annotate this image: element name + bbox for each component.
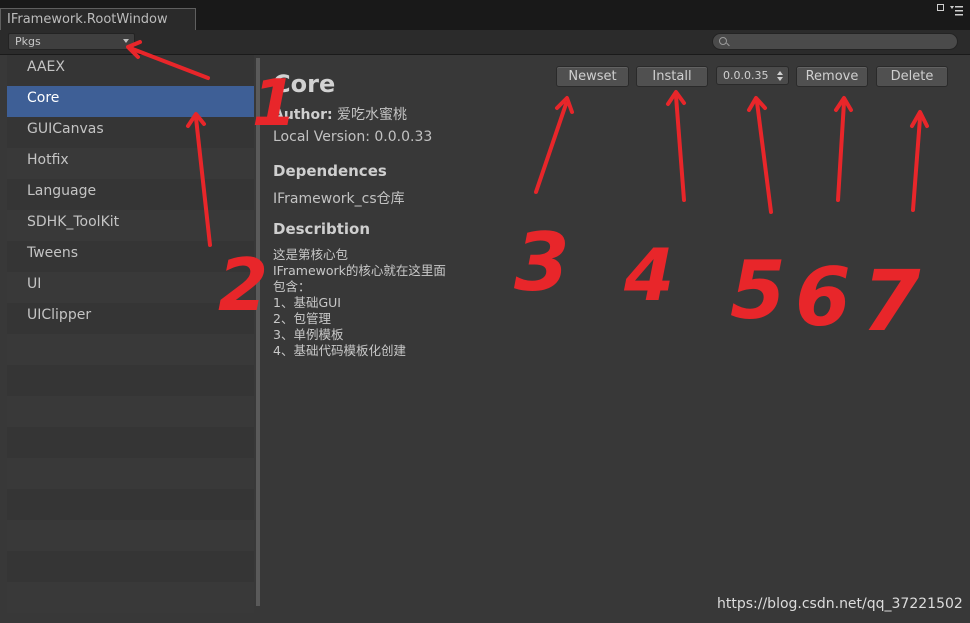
arrow-icon <box>911 116 922 212</box>
description-line: 2、包管理 <box>273 311 331 326</box>
arrow-icon <box>755 100 773 214</box>
annotation-number: 7 <box>862 252 921 350</box>
version-value: 0.0.0.35 <box>723 69 769 82</box>
arrow-icon <box>910 110 929 128</box>
empty-row <box>7 427 254 458</box>
annotation-number: 3 <box>514 216 570 309</box>
window-tab[interactable]: IFramework.RootWindow <box>0 8 196 30</box>
remove-button[interactable]: Remove <box>796 66 868 87</box>
list-item[interactable]: UI <box>7 272 254 303</box>
annotation-number: 6 <box>795 251 851 344</box>
annotation-number: 5 <box>730 244 786 337</box>
list-item-label: Tweens <box>27 245 79 261</box>
list-item-selected[interactable]: Core <box>7 86 254 117</box>
empty-row <box>7 458 254 489</box>
empty-row <box>7 582 254 613</box>
list-item[interactable]: Hotfix <box>7 148 254 179</box>
up-down-arrows-icon <box>777 71 783 81</box>
annotation-number: 4 <box>623 233 674 317</box>
description-line: IFramework的核心就在这里面 <box>273 263 446 278</box>
title-bar: IFramework.RootWindow <box>0 0 970 30</box>
empty-row <box>7 365 254 396</box>
chevron-down-icon <box>123 39 129 43</box>
arrow-icon <box>747 96 767 112</box>
list-item[interactable]: AAEX <box>7 55 254 86</box>
splitter-handle[interactable] <box>256 58 260 606</box>
local-version-label: Local Version: <box>273 129 370 145</box>
toolbar: Pkgs <box>0 30 970 55</box>
list-item-label: UIClipper <box>27 307 92 323</box>
list-item[interactable]: UIClipper <box>7 303 254 334</box>
newset-button[interactable]: Newset <box>556 66 629 87</box>
author-line: Author: 爱吃水蜜桃 <box>273 104 407 124</box>
description-line: 包含： <box>273 279 311 294</box>
list-item-label: AAEX <box>27 59 65 75</box>
list-item-label: GUICanvas <box>27 121 104 137</box>
delete-button[interactable]: Delete <box>876 66 948 87</box>
author-label: Author: <box>273 107 333 123</box>
description-line: 1、基础GUI <box>273 295 341 310</box>
arrow-icon <box>666 90 686 106</box>
local-version-line: Local Version: 0.0.0.33 <box>273 129 432 145</box>
list-item[interactable]: Tweens <box>7 241 254 272</box>
description-line: 3、单例模板 <box>273 327 344 342</box>
search-field[interactable] <box>712 33 958 50</box>
author-value: 爱吃水蜜桃 <box>337 107 408 123</box>
list-item[interactable]: GUICanvas <box>7 117 254 148</box>
arrow-icon <box>534 102 568 194</box>
empty-row <box>7 520 254 551</box>
description-line: 这是第核心包 <box>273 247 349 262</box>
description-text: 这是第核心包 IFramework的核心就在这里面 包含： 1、基础GUI 2、… <box>273 247 446 359</box>
search-input[interactable] <box>733 34 951 49</box>
package-title: Core <box>273 70 336 98</box>
arrow-icon <box>836 100 846 202</box>
dependence-item: IFramework_cs仓库 <box>273 191 405 207</box>
pkgs-dropdown[interactable]: Pkgs <box>8 33 135 50</box>
description-heading: Describtion <box>273 220 371 238</box>
arrow-icon <box>555 96 574 114</box>
arrow-icon <box>674 94 686 202</box>
empty-row <box>7 334 254 365</box>
arrow-icon <box>834 96 853 112</box>
list-item-label: SDHK_ToolKit <box>27 214 120 230</box>
list-item-label: Core <box>27 90 60 106</box>
list-item-label: Language <box>27 183 97 199</box>
search-icon <box>719 37 727 45</box>
local-version-value: 0.0.0.33 <box>374 129 433 145</box>
list-item-label: Hotfix <box>27 152 69 168</box>
dependences-heading: Dependences <box>273 162 387 180</box>
watermark: https://blog.csdn.net/qq_37221502 <box>717 596 963 612</box>
dropdown-value: Pkgs <box>15 35 41 48</box>
install-button[interactable]: Install <box>636 66 708 87</box>
empty-row <box>7 551 254 582</box>
tab-menu-icon[interactable] <box>950 4 964 18</box>
list-item-label: UI <box>27 276 42 292</box>
version-selector[interactable]: 0.0.0.35 <box>716 66 789 85</box>
window-title: IFramework.RootWindow <box>7 12 168 27</box>
description-line: 4、基础代码模板化创建 <box>273 343 406 358</box>
empty-row <box>7 489 254 520</box>
maximize-icon[interactable] <box>936 3 946 13</box>
empty-row <box>7 396 254 427</box>
package-list: AAEX Core GUICanvas Hotfix Language SDHK… <box>7 55 254 613</box>
list-item[interactable]: SDHK_ToolKit <box>7 210 254 241</box>
list-item[interactable]: Language <box>7 179 254 210</box>
